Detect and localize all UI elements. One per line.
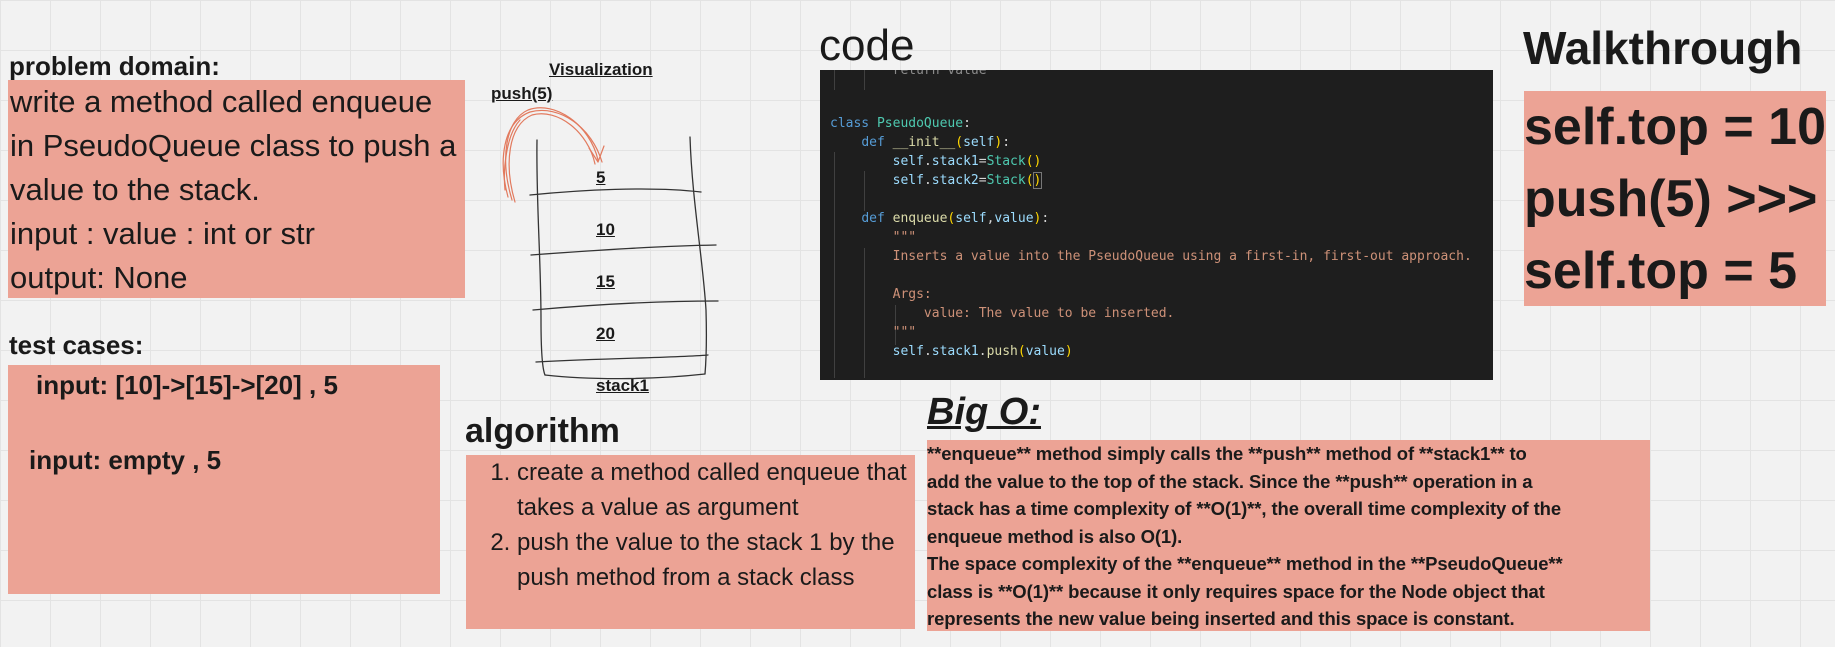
big-o-line: represents the new value being inserted …	[927, 608, 1515, 629]
big-o-line: class is **O(1)** because it only requir…	[927, 580, 1545, 602]
test-case-item: input: empty , 5	[29, 445, 222, 475]
code-line: Inserts a value into the PseudoQueue usi…	[830, 249, 1472, 264]
code-line: return value	[830, 70, 987, 78]
code-line: """	[830, 230, 917, 245]
visualization-title: Visualization	[549, 60, 653, 79]
stack-divider	[535, 354, 709, 363]
push-label: push(5)	[491, 84, 553, 103]
algorithm-note[interactable]: create a method called enqueue that take…	[466, 455, 915, 629]
stack-left-wall	[536, 139, 546, 376]
code-line: def __init__(self):	[861, 135, 1011, 150]
stack-value-label: 10	[596, 220, 615, 239]
code-line: def enqueue(self,value):	[861, 211, 1050, 226]
big-o-line: stack has a time complexity of **O(1)**,…	[927, 498, 1562, 519]
code-title: code	[819, 21, 915, 70]
walkthrough-line: self.top = 10	[1524, 98, 1826, 156]
walkthrough-title: Walkthrough	[1523, 22, 1803, 74]
algorithm-step: push the value to the stack 1 by the pus…	[517, 525, 915, 595]
big-o-note[interactable]: **enqueue** method simply calls the **pu…	[927, 440, 1650, 631]
code-line: self.stack1.push(value)	[892, 344, 1073, 359]
walkthrough-line: push(5) >>>	[1524, 170, 1818, 228]
stack-name-label: stack1	[596, 376, 649, 395]
stack-divider	[532, 300, 719, 311]
stack-value-label: 15	[596, 272, 615, 291]
walkthrough-note[interactable]: self.top = 10 push(5) >>> self.top = 5	[1524, 91, 1826, 306]
code-line: value: The value to be inserted.	[830, 306, 1175, 321]
algorithm-title: algorithm	[465, 412, 620, 450]
code-line: class PseudoQueue:	[830, 116, 971, 131]
code-line: Args:	[830, 287, 932, 302]
algorithm-step: create a method called enqueue that take…	[517, 455, 915, 525]
big-o-line: The space complexity of the **enqueue** …	[927, 553, 1563, 574]
algorithm-steps: create a method called enqueue that take…	[466, 455, 915, 595]
big-o-title: Big O:	[927, 391, 1041, 433]
stack-value-label: 5	[596, 168, 606, 187]
stack-divider	[529, 188, 702, 196]
big-o-line: add the value to the top of the stack. S…	[927, 470, 1533, 492]
stack-divider	[530, 244, 717, 256]
big-o-line: **enqueue** method simply calls the **pu…	[927, 443, 1527, 464]
code-screenshot[interactable]: return value class PseudoQueue: def __in…	[820, 70, 1493, 380]
code-line: self.stack2=Stack()	[892, 172, 1043, 189]
code-line: """	[830, 325, 917, 340]
push-arrow-icon	[502, 107, 605, 203]
stack-right-wall	[689, 136, 708, 375]
big-o-line: enqueue method is also O(1).	[927, 525, 1183, 547]
walkthrough-line: self.top = 5	[1524, 242, 1798, 300]
stack-value-label: 20	[596, 324, 615, 343]
code-line: self.stack1=Stack()	[892, 154, 1042, 169]
